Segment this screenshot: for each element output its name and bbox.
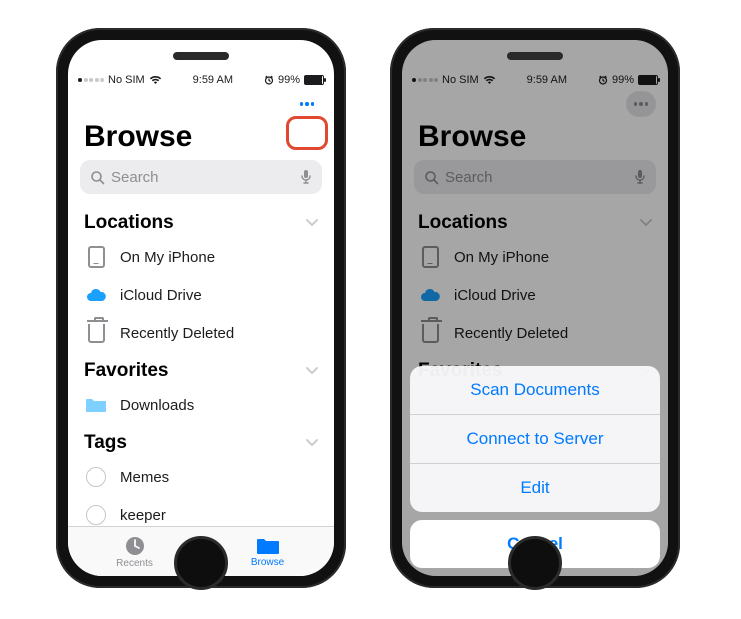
tab-label: Recents xyxy=(116,558,153,569)
tag-circle-icon xyxy=(84,465,108,489)
carrier-label: No SIM xyxy=(108,74,145,86)
sheet-edit[interactable]: Edit xyxy=(410,463,660,512)
more-button[interactable] xyxy=(292,91,322,117)
favorites-header[interactable]: Favorites xyxy=(68,352,334,386)
clock-icon xyxy=(124,535,146,557)
favorite-downloads[interactable]: Downloads xyxy=(68,386,334,424)
home-button[interactable] xyxy=(508,536,562,590)
alarm-icon xyxy=(264,75,274,85)
phone-left: No SIM 9:59 AM 99% Browse Search xyxy=(56,28,346,588)
chevron-down-icon xyxy=(306,219,318,227)
battery-icon xyxy=(304,75,324,85)
earpiece xyxy=(507,52,563,60)
screen-left: No SIM 9:59 AM 99% Browse Search xyxy=(68,40,334,576)
trash-icon xyxy=(84,321,108,345)
chevron-down-icon xyxy=(306,439,318,447)
mic-icon[interactable] xyxy=(300,169,312,185)
status-time: 9:59 AM xyxy=(193,74,233,86)
battery-pct: 99% xyxy=(278,74,300,86)
location-recently-deleted[interactable]: Recently Deleted xyxy=(68,314,334,352)
search-icon xyxy=(90,170,105,185)
tags-header[interactable]: Tags xyxy=(68,424,334,458)
comparison-stage: No SIM 9:59 AM 99% Browse Search xyxy=(0,0,741,616)
tab-label: Browse xyxy=(251,557,284,568)
cloud-icon xyxy=(84,283,108,307)
tag-item[interactable]: Memes xyxy=(68,458,334,496)
search-placeholder: Search xyxy=(111,169,159,186)
row-label: keeper xyxy=(120,507,166,524)
sheet-connect-server[interactable]: Connect to Server xyxy=(410,414,660,463)
folder-icon xyxy=(256,536,280,556)
locations-header[interactable]: Locations xyxy=(68,204,334,238)
phone-right: No SIM 9:59 AM 99% Browse Search xyxy=(390,28,680,588)
locations-header-label: Locations xyxy=(84,212,174,234)
action-sheet-options: Scan Documents Connect to Server Edit xyxy=(410,366,660,512)
status-bar: No SIM 9:59 AM 99% xyxy=(68,40,334,92)
row-label: Recently Deleted xyxy=(120,325,234,342)
sheet-scan-documents[interactable]: Scan Documents xyxy=(410,366,660,414)
row-label: Memes xyxy=(120,469,169,486)
page-title: Browse xyxy=(68,120,334,160)
folder-icon xyxy=(84,393,108,417)
favorites-header-label: Favorites xyxy=(84,360,168,382)
search-input[interactable]: Search xyxy=(80,160,322,194)
home-button[interactable] xyxy=(174,536,228,590)
location-on-my-iphone[interactable]: On My iPhone xyxy=(68,238,334,276)
earpiece xyxy=(173,52,229,60)
ellipsis-icon xyxy=(300,102,315,106)
row-label: On My iPhone xyxy=(120,249,215,266)
tags-header-label: Tags xyxy=(84,432,127,454)
content-scroll[interactable]: Locations On My iPhone iCloud Drive Rece… xyxy=(68,204,334,526)
tag-circle-icon xyxy=(84,503,108,526)
wifi-icon xyxy=(149,75,162,85)
iphone-icon xyxy=(84,245,108,269)
row-label: iCloud Drive xyxy=(120,287,202,304)
row-label: Downloads xyxy=(120,397,194,414)
cell-signal-icon xyxy=(78,78,104,82)
tag-item[interactable]: keeper xyxy=(68,496,334,526)
location-icloud-drive[interactable]: iCloud Drive xyxy=(68,276,334,314)
chevron-down-icon xyxy=(306,367,318,375)
screen-right: No SIM 9:59 AM 99% Browse Search xyxy=(402,40,668,576)
